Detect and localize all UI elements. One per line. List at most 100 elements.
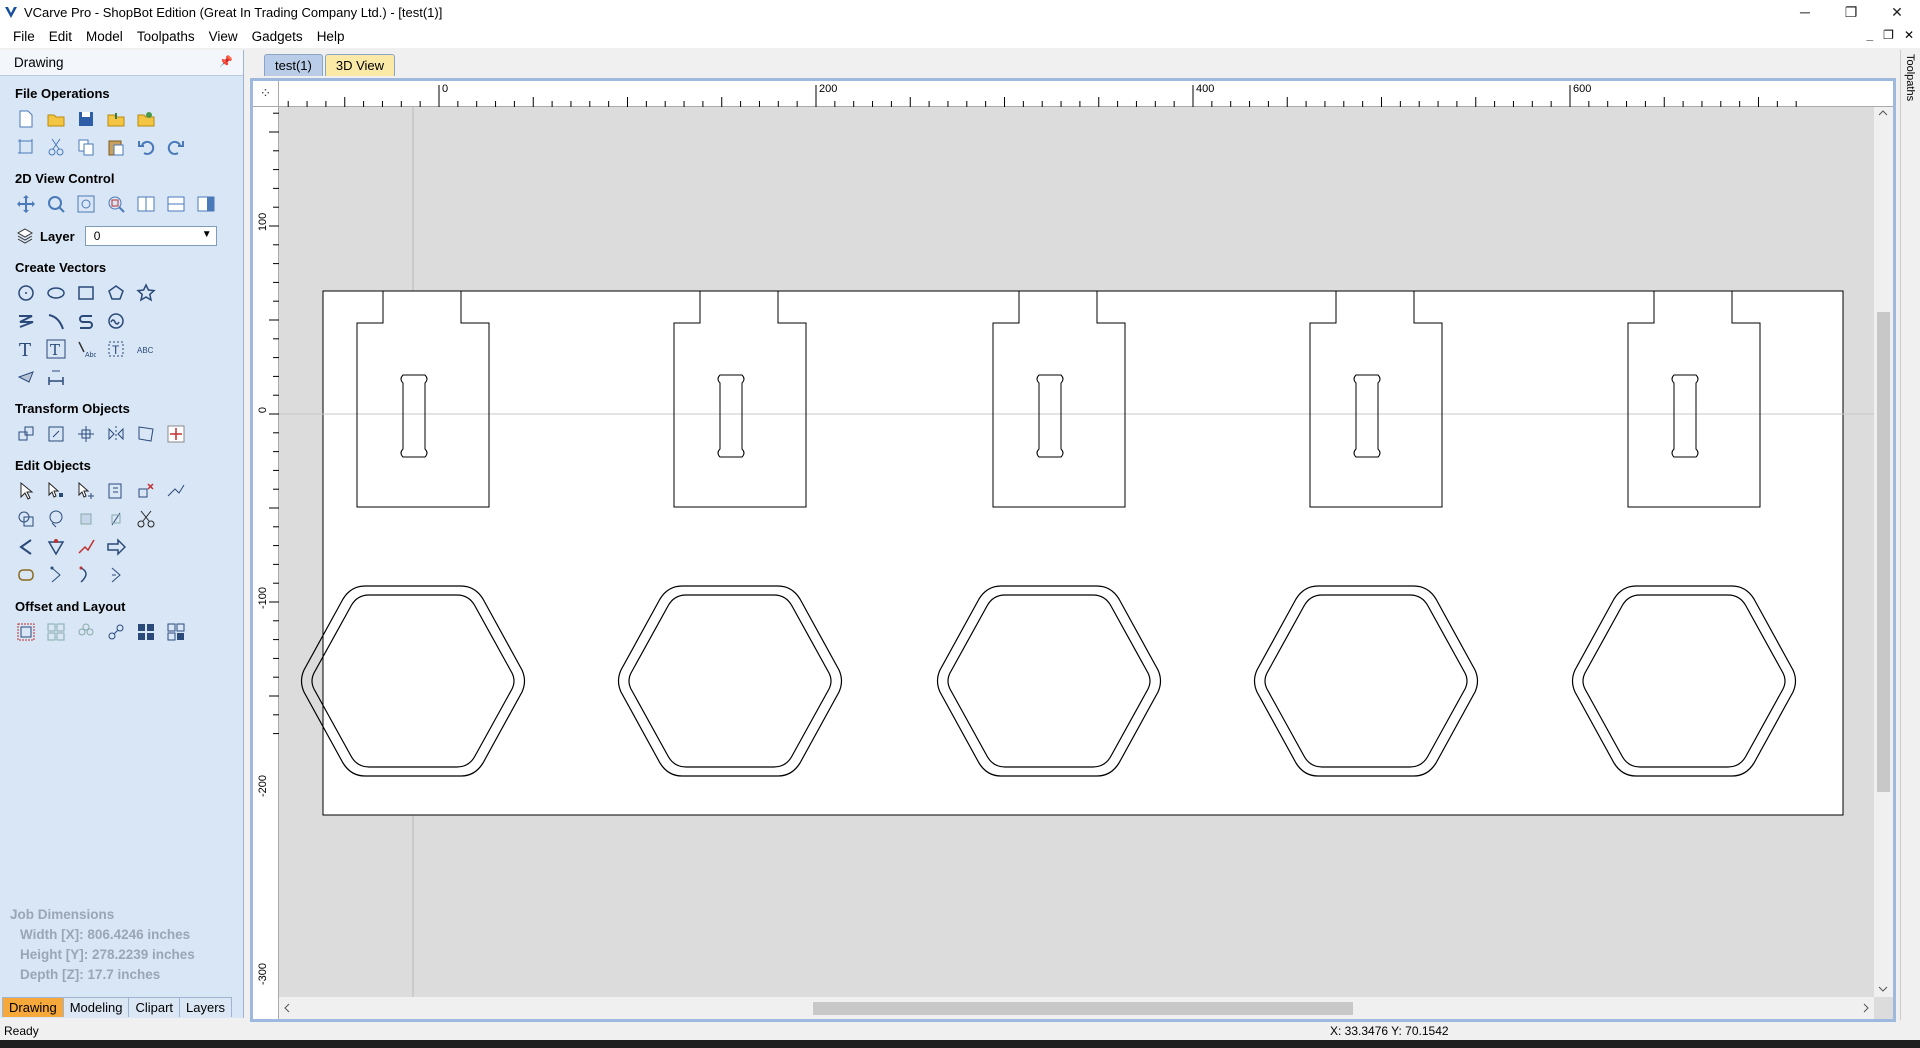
extend-icon[interactable]: [74, 535, 98, 559]
menu-gadgets[interactable]: Gadgets: [245, 29, 310, 44]
fillet-icon[interactable]: [104, 507, 128, 531]
draw-curve-icon[interactable]: [44, 309, 68, 333]
intersect-icon[interactable]: [74, 507, 98, 531]
tab-clipart[interactable]: Clipart: [128, 997, 181, 1017]
menu-edit[interactable]: Edit: [42, 29, 79, 44]
copy-along-icon[interactable]: [74, 620, 98, 644]
nest-icon[interactable]: [44, 620, 68, 644]
auto-layout-text-icon[interactable]: T: [44, 337, 68, 361]
horizontal-scrollbar[interactable]: [279, 997, 1874, 1019]
draw-circle-icon[interactable]: [14, 281, 38, 305]
vertical-scrollbar[interactable]: [1874, 107, 1893, 997]
restore-button[interactable]: ❐: [1828, 0, 1874, 24]
save-file-icon[interactable]: [74, 107, 98, 131]
pan-icon[interactable]: [14, 192, 38, 216]
subtract-icon[interactable]: [44, 507, 68, 531]
menu-model[interactable]: Model: [79, 29, 130, 44]
cut-icon[interactable]: [44, 135, 68, 159]
zoom-extents-icon[interactable]: [74, 192, 98, 216]
close-vector-icon[interactable]: [44, 535, 68, 559]
redo-icon[interactable]: [164, 135, 188, 159]
material-sheet[interactable]: [322, 290, 1844, 816]
scroll-left-icon[interactable]: [284, 1003, 290, 1013]
offset-icon[interactable]: [14, 620, 38, 644]
mdi-restore-button[interactable]: ❐: [1883, 28, 1894, 42]
offset-arrow-icon[interactable]: [104, 535, 128, 559]
select-icon[interactable]: [14, 479, 38, 503]
view-layout-icon[interactable]: [164, 192, 188, 216]
scroll-up-icon[interactable]: [1878, 110, 1888, 116]
node-edit-icon[interactable]: [44, 479, 68, 503]
pin-icon[interactable]: 📌: [219, 55, 233, 68]
toolpaths-panel-collapsed[interactable]: Toolpaths: [1900, 50, 1920, 1020]
draw-ellipse-icon[interactable]: [44, 281, 68, 305]
draw-text-icon[interactable]: T: [14, 337, 38, 361]
toolpaths-label[interactable]: Toolpaths: [1904, 54, 1916, 101]
draw-star-icon[interactable]: [134, 281, 158, 305]
scroll-right-icon[interactable]: [1863, 1003, 1869, 1013]
array-copy-icon[interactable]: [164, 620, 188, 644]
menu-toolpaths[interactable]: Toolpaths: [130, 29, 202, 44]
draw-spiral-icon[interactable]: [74, 309, 98, 333]
import-icon[interactable]: [104, 107, 128, 131]
new-file-icon[interactable]: [14, 107, 38, 131]
align-icon[interactable]: [74, 422, 98, 446]
distort-icon[interactable]: [134, 422, 158, 446]
import-bitmap-icon[interactable]: [134, 107, 158, 131]
tab-modeling[interactable]: Modeling: [62, 997, 130, 1017]
draw-polygon-icon[interactable]: [104, 281, 128, 305]
menu-file[interactable]: File: [6, 29, 42, 44]
draw-polyline-icon[interactable]: [14, 309, 38, 333]
undo-icon[interactable]: [134, 135, 158, 159]
drawing-canvas[interactable]: [279, 107, 1874, 997]
cut-vector-icon[interactable]: [44, 563, 68, 587]
tab-3d-view[interactable]: 3D View: [324, 54, 396, 76]
open-file-icon[interactable]: [44, 107, 68, 131]
canvas-svg[interactable]: [279, 107, 1874, 997]
view-toggle-icon[interactable]: [194, 192, 218, 216]
set-origin-icon[interactable]: [164, 422, 188, 446]
text-on-curve-icon[interactable]: Abc: [74, 337, 98, 361]
measure-icon[interactable]: [44, 365, 68, 389]
copy-icon[interactable]: [74, 135, 98, 159]
join-icon[interactable]: [164, 479, 188, 503]
minimize-button[interactable]: ─: [1782, 0, 1828, 24]
tab-2d-view[interactable]: test(1): [264, 54, 323, 76]
menu-view[interactable]: View: [202, 29, 245, 44]
paste-icon[interactable]: [104, 135, 128, 159]
draw-wave-icon[interactable]: [104, 309, 128, 333]
close-button[interactable]: ✕: [1874, 0, 1920, 24]
delete-node-icon[interactable]: [134, 479, 158, 503]
arc-text-icon[interactable]: T: [104, 337, 128, 361]
ruler-corner-icon[interactable]: ⁘: [253, 81, 279, 107]
interactive-select-icon[interactable]: [74, 479, 98, 503]
scale-icon[interactable]: [44, 422, 68, 446]
block-copy-icon[interactable]: [134, 620, 158, 644]
mdi-minimize-button[interactable]: _: [1866, 28, 1873, 42]
scroll-down-icon[interactable]: [1878, 986, 1888, 992]
zoom-selected-icon[interactable]: [104, 192, 128, 216]
weld-icon[interactable]: [14, 507, 38, 531]
bend-text-icon[interactable]: ABC: [134, 337, 158, 361]
zoom-window-icon[interactable]: [44, 192, 68, 216]
smart-smooth-icon[interactable]: [14, 563, 38, 587]
arc-vector-icon[interactable]: [104, 563, 128, 587]
job-setup-icon[interactable]: [14, 135, 38, 159]
rotate-copy-icon[interactable]: [104, 620, 128, 644]
layer-select[interactable]: 0 ▼: [84, 226, 217, 246]
move-icon[interactable]: [14, 422, 38, 446]
scissors-icon[interactable]: [134, 507, 158, 531]
bend-vector-icon[interactable]: [74, 563, 98, 587]
draw-rectangle-icon[interactable]: [74, 281, 98, 305]
tab-layers[interactable]: Layers: [179, 997, 233, 1017]
mirror-icon[interactable]: [104, 422, 128, 446]
mdi-close-button[interactable]: ✕: [1904, 28, 1914, 42]
horizontal-scroll-thumb[interactable]: [813, 1002, 1353, 1015]
trim-icon[interactable]: [104, 479, 128, 503]
view-split-icon[interactable]: [134, 192, 158, 216]
curve-fit-icon[interactable]: [14, 535, 38, 559]
tab-drawing[interactable]: Drawing: [2, 997, 64, 1017]
dimension-icon[interactable]: [14, 365, 38, 389]
vertical-scroll-thumb[interactable]: [1877, 312, 1890, 792]
menu-help[interactable]: Help: [310, 29, 352, 44]
